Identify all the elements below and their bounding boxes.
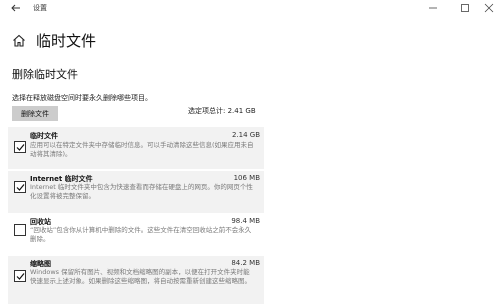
checkbox-thumbnails[interactable] [14, 270, 26, 282]
page-title: 临时文件 [36, 32, 97, 50]
checkbox-internet-temporary-files[interactable] [14, 181, 26, 193]
item-description: 应用可以在特定文件夹中存储临时信息。可以手动清除这些信息(如果应用未自动将其清除… [30, 141, 254, 158]
title-bar: 设置 [0, 0, 500, 18]
checkmark-icon [16, 144, 25, 151]
item-size: 2.14 GB [231, 131, 260, 139]
list-item-temporary-files: 临时文件 2.14 GB 应用可以在特定文件夹中存储临时信息。可以手动清除这些信… [8, 127, 264, 169]
section-heading: 删除临时文件 [12, 68, 78, 81]
checkmark-icon [16, 273, 25, 280]
item-name: 临时文件 [30, 132, 58, 140]
checkbox-recycle-bin[interactable] [14, 224, 26, 236]
list-item-recycle-bin: 回收站 98.4 MB “回收站”包含你从计算机中删除的文件。这些文件在清空回收… [8, 214, 264, 252]
settings-window: 设置 临时文件 删除临时文件 选择在释放磁盘空间时要永久删除哪些项目。 删除文件… [0, 0, 500, 306]
maximize-icon[interactable] [458, 2, 472, 14]
checkmark-icon [16, 184, 25, 191]
close-icon[interactable] [482, 2, 496, 14]
delete-files-button[interactable]: 删除文件 [12, 106, 58, 121]
total-selected-size: 选定项总计: 2.41 GB [188, 107, 256, 115]
item-size: 98.4 MB [231, 217, 260, 225]
home-icon[interactable] [12, 34, 26, 47]
checkbox-temporary-files[interactable] [14, 141, 26, 153]
instruction-text: 选择在释放磁盘空间时要永久删除哪些项目。 [12, 94, 152, 102]
item-size: 106 MB [233, 174, 260, 182]
list-item-thumbnails: 缩略图 84.2 MB Windows 保留所有图片、视频和文档缩略图的副本，以… [8, 256, 264, 304]
list-item-internet-temporary-files: Internet 临时文件 106 MB Internet 临时文件夹中包含为快… [8, 171, 264, 213]
item-description: Windows 保留所有图片、视频和文档缩略图的副本，以便在打开文件夹时能快速显… [30, 268, 251, 285]
back-arrow-icon[interactable] [10, 2, 22, 14]
item-description: “回收站”包含你从计算机中删除的文件。这些文件在清空回收站之前不会永久删除。 [30, 226, 252, 243]
minimize-icon[interactable] [426, 2, 440, 14]
item-size: 84.2 MB [231, 259, 260, 267]
item-description: Internet 临时文件夹中包含为快速查看而存储在硬盘上的网页。你的网页个性化… [30, 183, 253, 200]
app-title: 设置 [33, 4, 47, 12]
